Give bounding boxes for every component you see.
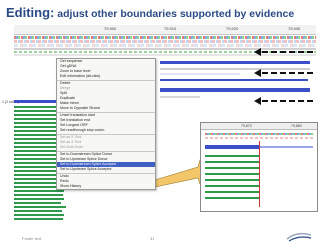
panel-evidence	[205, 179, 259, 181]
page-number: 31	[150, 236, 155, 241]
panel-ruler-tick: 79,870	[241, 123, 252, 128]
menu-item: Set Both Ends	[60, 145, 83, 149]
menu-item[interactable]: Set readthrough stop codon	[57, 128, 155, 133]
panel-evidence	[205, 197, 259, 199]
menu-item[interactable]: Move to Opposite Strand	[57, 106, 155, 111]
panel-evidence	[205, 191, 259, 193]
panel-evidence	[205, 155, 259, 157]
panel-evidence	[205, 167, 259, 169]
menu-item[interactable]: Show History	[57, 184, 155, 189]
panel-gene-feature[interactable]	[205, 145, 259, 149]
dashed-arrow-middle	[254, 69, 313, 77]
panel-frame-row	[205, 137, 313, 139]
logo	[285, 229, 313, 243]
panel-intron-line	[259, 146, 313, 148]
menu-item[interactable]: Set to Upstream Splice Acceptor	[57, 167, 155, 172]
panel-evidence	[205, 161, 259, 163]
context-menu[interactable]: Get sequence Get gDNA Zoom to base level Ed…	[56, 58, 156, 190]
logo-swoosh-icon	[286, 232, 312, 242]
dashed-arrow-top	[254, 48, 313, 56]
footer-text: Footer text	[22, 236, 42, 241]
panel-ruler: 79,870 79,880	[201, 123, 317, 130]
panel-evidence	[205, 173, 259, 175]
dashed-arrow-bottom	[254, 97, 313, 105]
panel-boundary-marker	[259, 141, 260, 207]
menu-item[interactable]: Edit information (alt-click)	[57, 74, 155, 79]
zoom-detail-panel: 79,870 79,880	[200, 122, 318, 212]
panel-sequence-row	[205, 133, 313, 135]
panel-evidence	[205, 185, 259, 187]
panel-ruler-tick: 79,880	[291, 123, 302, 128]
